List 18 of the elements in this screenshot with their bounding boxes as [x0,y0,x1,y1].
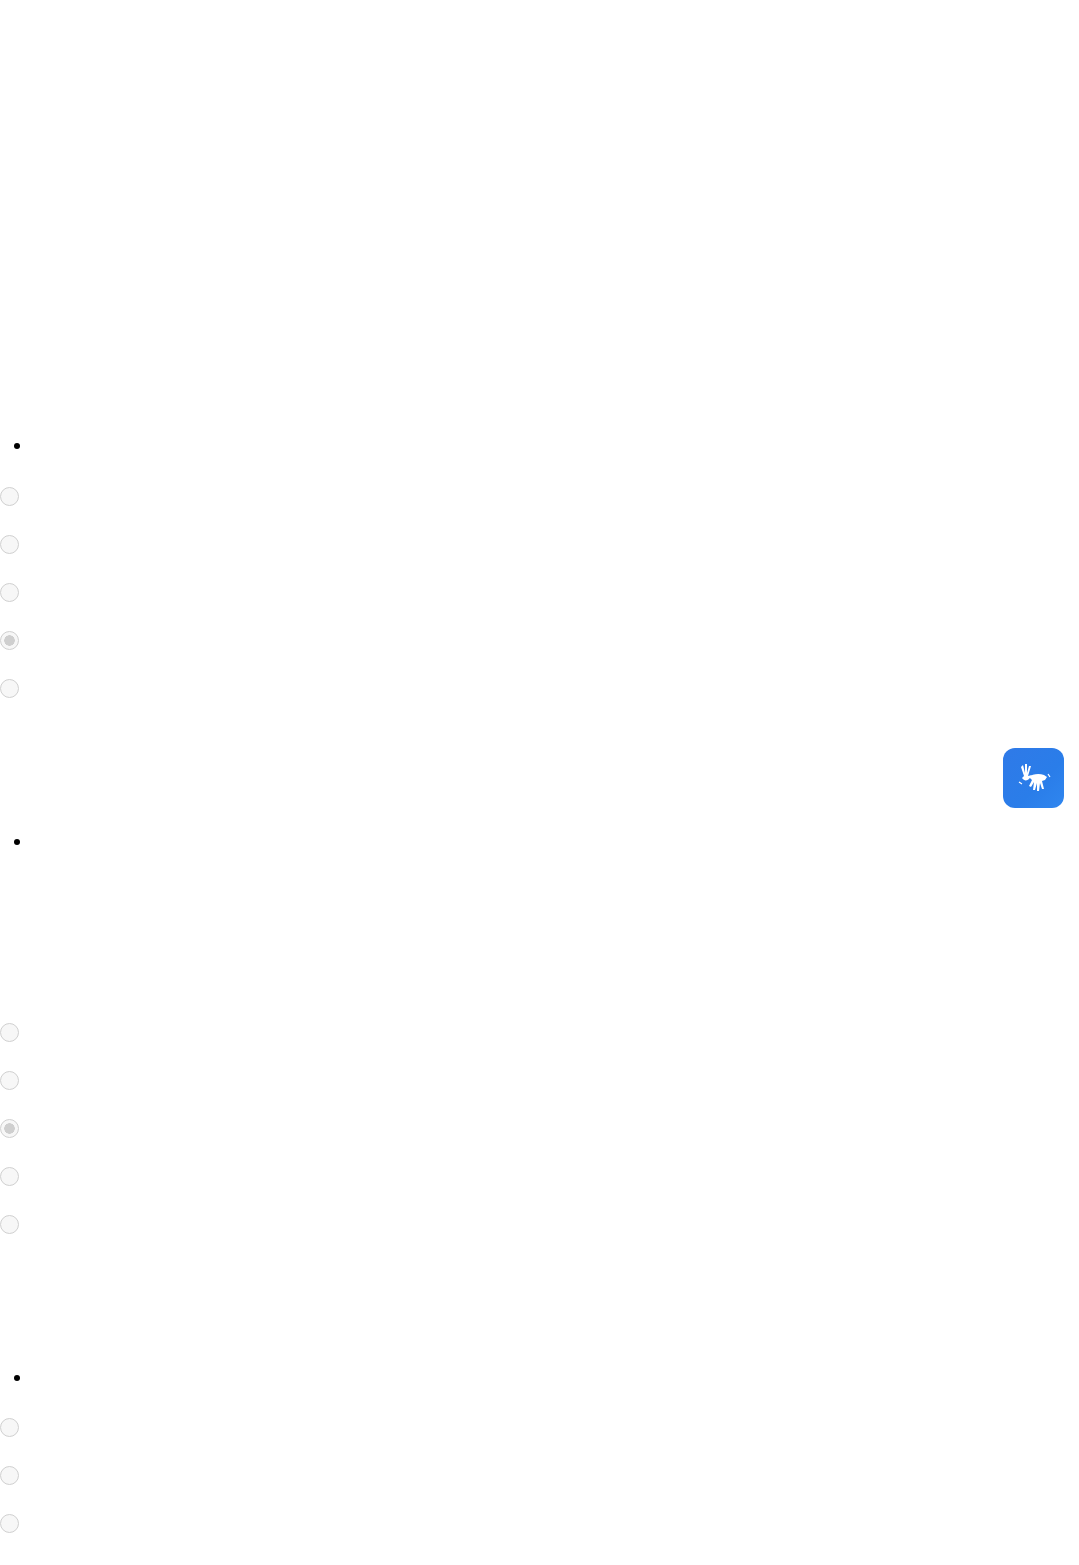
radio-button[interactable] [0,1418,19,1437]
radio-button[interactable] [0,1466,19,1485]
radio-button[interactable] [0,679,19,698]
radio-button[interactable] [0,631,19,650]
bullet-icon [14,443,20,449]
radio-button[interactable] [0,583,19,602]
radio-button[interactable] [0,487,19,506]
radio-button[interactable] [0,1167,19,1186]
radio-button[interactable] [0,1119,19,1138]
bullet-icon [14,839,20,845]
sign-language-button[interactable] [1003,748,1064,808]
bullet-icon [14,1375,20,1381]
radio-button[interactable] [0,1514,19,1533]
hands-icon [1016,763,1051,793]
radio-button[interactable] [0,535,19,554]
radio-button[interactable] [0,1023,19,1042]
radio-button[interactable] [0,1215,19,1234]
radio-button[interactable] [0,1071,19,1090]
